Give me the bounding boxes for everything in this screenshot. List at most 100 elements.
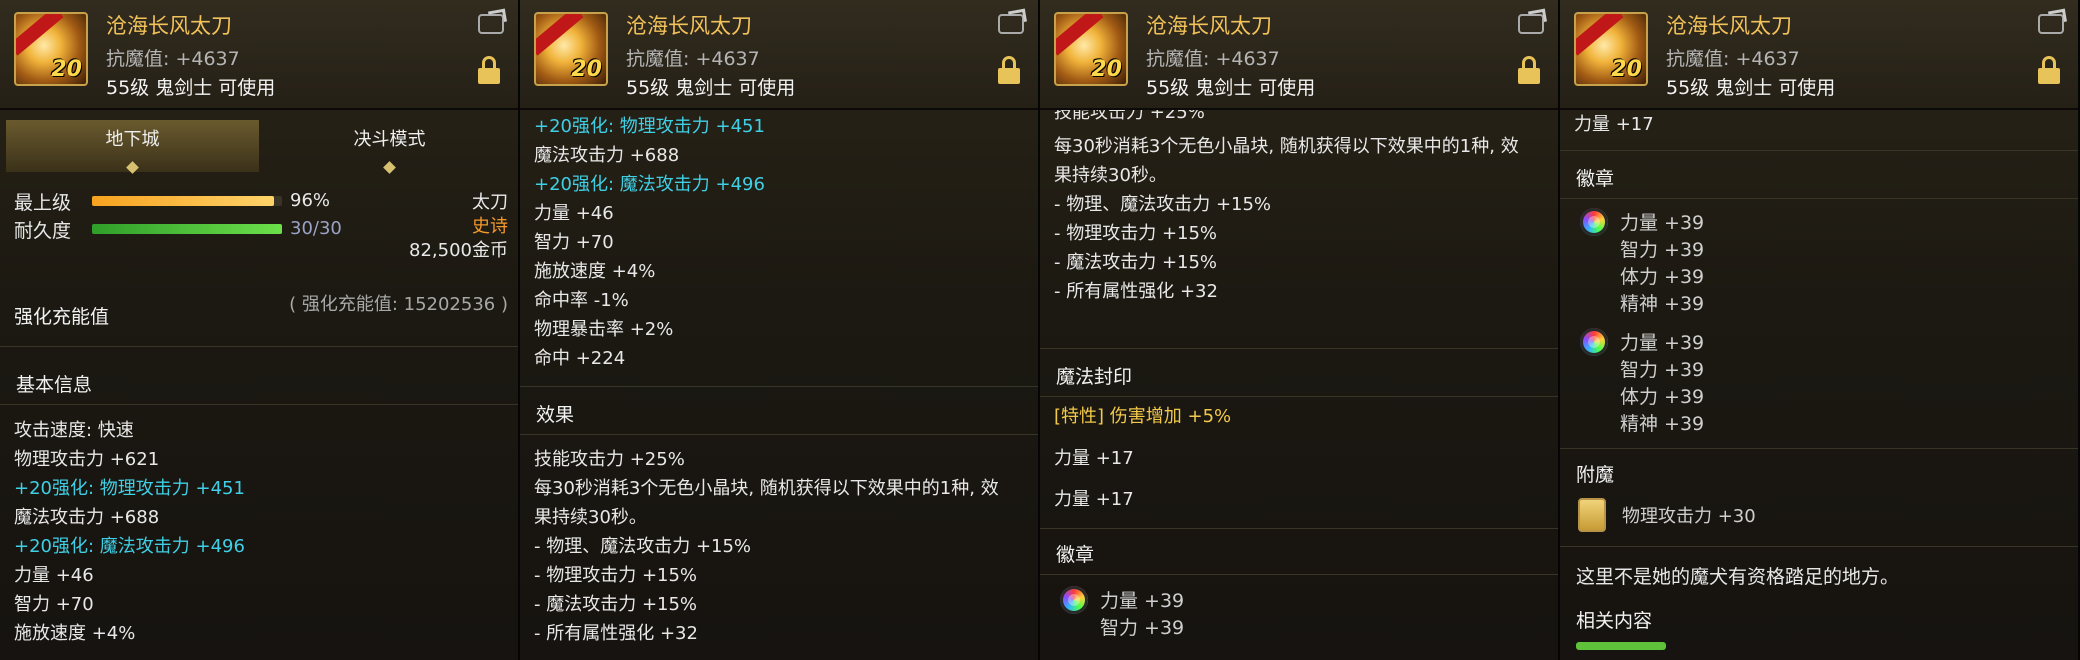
effect-line: - 物理、魔法攻击力 +15%	[1054, 194, 1272, 215]
share-icon[interactable]	[1518, 14, 1544, 34]
item-name: 沧海长风太刀	[626, 14, 752, 38]
lock-icon[interactable]	[2038, 56, 2060, 84]
stat-line: 魔法攻击力 +688	[14, 507, 160, 528]
divider	[1560, 546, 2078, 547]
seal-line: 力量 +17	[1574, 114, 1654, 135]
effect-title: 效果	[536, 404, 575, 426]
divider	[1040, 574, 1558, 575]
stat-line: 物理暴击率 +2%	[534, 319, 674, 340]
enchant-title: 附魔	[1576, 464, 1615, 486]
stat-line: 攻击速度: 快速	[14, 420, 134, 441]
stat-line: 命中 +224	[534, 348, 626, 369]
stat-line: 力量 +46	[14, 565, 94, 586]
emblem-line: 智力 +39	[1100, 617, 1185, 639]
effect-line: 每30秒消耗3个无色小晶块, 随机获得以下效果中的1种, 效	[534, 478, 999, 499]
charge-label: 强化充能值	[14, 306, 110, 328]
emblem-orb-icon	[1060, 586, 1088, 614]
durability-label: 耐久度	[14, 220, 72, 242]
lock-icon[interactable]	[478, 56, 500, 84]
item-name: 沧海长风太刀	[1666, 14, 1792, 38]
lock-icon[interactable]	[1518, 56, 1540, 84]
emblem-title: 徽章	[1056, 544, 1095, 566]
tooltip-body: 力量 +17 徽章 力量 +39 智力 +39 体力 +39 精神 +39 力量…	[1560, 110, 2078, 660]
item-requirement: 55级 鬼剑士 可使用	[1666, 77, 1836, 99]
stat-line: +20强化: 物理攻击力 +451	[14, 478, 245, 499]
effect-line: - 物理攻击力 +15%	[534, 565, 698, 586]
share-icon[interactable]	[478, 14, 504, 34]
item-header: 20 沧海长风太刀 抗魔值: +4637 55级 鬼剑士 可使用	[520, 0, 1038, 110]
item-icon: 20	[1054, 12, 1128, 86]
tooltip-panel-3: 20 沧海长风太刀 抗魔值: +4637 55级 鬼剑士 可使用 技能攻击力 +…	[1040, 0, 1560, 660]
divider	[520, 434, 1038, 435]
item-icon: 20	[1574, 12, 1648, 86]
emblem-orb-icon	[1580, 208, 1608, 236]
stat-line: 智力 +70	[534, 232, 614, 253]
tooltip-panel-2: 20 沧海长风太刀 抗魔值: +4637 55级 鬼剑士 可使用 +20强化: …	[520, 0, 1040, 660]
tooltip-body: 技能攻击力 +25% 每30秒消耗3个无色小晶块, 随机获得以下效果中的1种, …	[1040, 110, 1558, 660]
tab-duel[interactable]: 决斗模式	[263, 120, 516, 174]
item-resist: 抗魔值: +4637	[1666, 48, 1800, 70]
stat-line: 物理攻击力 +621	[14, 449, 160, 470]
item-name: 沧海长风太刀	[1146, 14, 1272, 38]
enchant-card-icon	[1578, 498, 1606, 532]
divider	[1560, 150, 2078, 151]
effect-line: - 物理、魔法攻击力 +15%	[534, 536, 752, 557]
stat-line: +20强化: 魔法攻击力 +496	[14, 536, 245, 557]
emblem-line: 精神 +39	[1620, 293, 1705, 315]
basic-info-title: 基本信息	[16, 374, 93, 396]
related-title[interactable]: 相关内容	[1576, 606, 1652, 633]
effect-line: - 物理攻击力 +15%	[1054, 223, 1218, 244]
effect-line: 果持续30秒。	[1054, 165, 1167, 186]
share-icon[interactable]	[998, 14, 1024, 34]
divider	[0, 404, 518, 405]
stat-line: +20强化: 魔法攻击力 +496	[534, 174, 765, 195]
seal-line: 力量 +17	[1054, 489, 1134, 510]
effect-line: 每30秒消耗3个无色小晶块, 随机获得以下效果中的1种, 效	[1054, 136, 1519, 157]
stat-line: 力量 +46	[534, 203, 614, 224]
item-header: 20 沧海长风太刀 抗魔值: +4637 55级 鬼剑士 可使用	[1040, 0, 1558, 110]
stat-line: +20强化: 物理攻击力 +451	[534, 116, 765, 137]
divider	[1560, 198, 2078, 199]
emblem-title: 徽章	[1576, 168, 1615, 190]
effect-line: 技能攻击力 +25%	[534, 449, 685, 470]
emblem-line: 体力 +39	[1620, 266, 1705, 288]
tooltip-body: +20强化: 物理攻击力 +451 魔法攻击力 +688 +20强化: 魔法攻击…	[520, 110, 1038, 660]
divider	[0, 346, 518, 347]
flavor-text: 这里不是她的魔犬有资格踏足的地方。	[1576, 566, 1900, 588]
effect-line: 果持续30秒。	[534, 507, 647, 528]
seal-title: 魔法封印	[1056, 366, 1133, 388]
share-icon[interactable]	[2038, 14, 2064, 34]
seal-trait: [特性] 伤害增加 +5%	[1054, 406, 1232, 427]
tooltip-panel-1: 20 沧海长风太刀 抗魔值: +4637 55级 鬼剑士 可使用 地下城 决斗模…	[0, 0, 520, 660]
seal-line: 力量 +17	[1054, 448, 1134, 469]
effect-line: - 魔法攻击力 +15%	[1054, 252, 1218, 273]
durability-value: 30/30	[290, 218, 342, 239]
effect-line: - 所有属性强化 +32	[534, 623, 698, 644]
stat-line: 施放速度 +4%	[14, 623, 136, 644]
item-icon: 20	[14, 12, 88, 86]
item-header: 20 沧海长风太刀 抗魔值: +4637 55级 鬼剑士 可使用	[1560, 0, 2078, 110]
divider	[1040, 348, 1558, 349]
tooltip-panel-4: 20 沧海长风太刀 抗魔值: +4637 55级 鬼剑士 可使用 力量 +17 …	[1560, 0, 2080, 660]
emblem-line: 力量 +39	[1100, 590, 1185, 612]
stat-line: 施放速度 +4%	[534, 261, 656, 282]
emblem-line: 体力 +39	[1620, 386, 1705, 408]
emblem-line: 精神 +39	[1620, 413, 1705, 435]
mode-tabs: 地下城 决斗模式	[6, 120, 516, 174]
tooltip-strip: 20 沧海长风太刀 抗魔值: +4637 55级 鬼剑士 可使用 地下城 决斗模…	[0, 0, 2080, 660]
stat-line: 魔法攻击力 +688	[534, 145, 680, 166]
stat-line: 智力 +70	[14, 594, 94, 615]
stat-line: 命中率 -1%	[534, 290, 629, 311]
divider	[1040, 528, 1558, 529]
charge-value: ( 强化充能值: 15202536 )	[289, 294, 508, 315]
tab-dungeon[interactable]: 地下城	[6, 120, 259, 174]
item-resist: 抗魔值: +4637	[106, 48, 240, 70]
item-type: 太刀	[472, 192, 508, 213]
durability-bar-fill	[92, 224, 282, 234]
emblem-line: 力量 +39	[1620, 212, 1705, 234]
lock-icon[interactable]	[998, 56, 1020, 84]
grade-label: 最上级	[14, 192, 72, 214]
emblem-line: 智力 +39	[1620, 359, 1705, 381]
effect-line: - 魔法攻击力 +15%	[534, 594, 698, 615]
item-resist: 抗魔值: +4637	[626, 48, 760, 70]
